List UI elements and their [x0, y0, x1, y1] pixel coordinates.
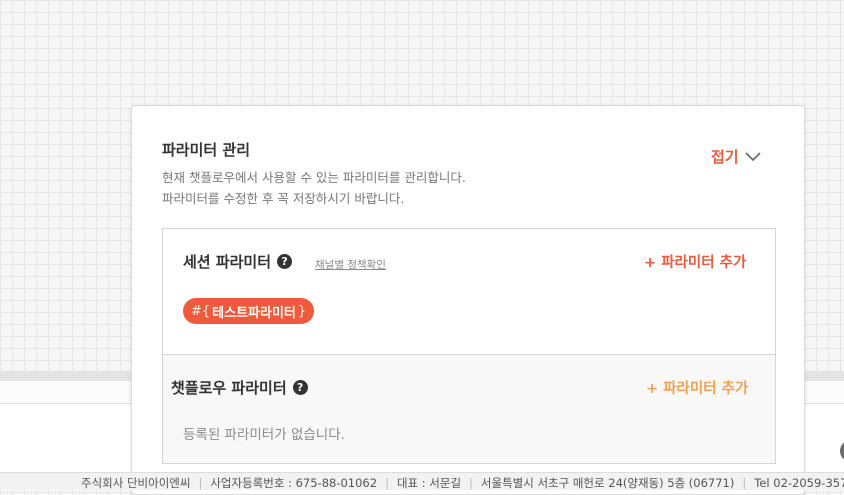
- empty-parameter-message: 등록된 파라미터가 없습니다.: [183, 427, 345, 443]
- panel-description-line1: 현재 챗플로우에서 사용할 수 있는 파라미터를 관리합니다.: [162, 170, 466, 185]
- collapse-label: 접기: [711, 148, 739, 166]
- panel-description-line2: 파라미터를 수정한 후 꼭 저장하시기 바랍니다.: [162, 191, 405, 206]
- chevron-down-icon: [745, 151, 761, 161]
- add-chatflow-parameter-button[interactable]: + 파라미터 추가: [646, 377, 748, 398]
- session-parameter-section: 세션 파라미터 ? 채널별 정책확인 + 파라미터 추가 #{ 테스트파라미터 …: [162, 228, 776, 355]
- session-parameter-title: 세션 파라미터: [183, 253, 272, 271]
- footer-separator: |: [469, 476, 473, 490]
- chip-suffix: }: [297, 303, 307, 319]
- footer-separator: |: [385, 476, 389, 490]
- parameter-chip[interactable]: #{ 테스트파라미터 }: [183, 298, 315, 324]
- parameter-management-panel: 파라미터 관리 현재 챗플로우에서 사용할 수 있는 파라미터를 관리합니다. …: [131, 105, 805, 495]
- footer-business-number: 사업자등록번호 : 675-88-01062: [210, 476, 378, 490]
- footer: 주식회사 단비아이엔씨 | 사업자등록번호 : 675-88-01062 | 대…: [0, 472, 844, 490]
- chatflow-parameter-title: 챗플로우 파라미터: [171, 379, 287, 397]
- session-parameter-heading: 세션 파라미터 ?: [183, 251, 293, 272]
- footer-address: 서울특별시 서초구 매헌로 24(양재동) 5층 (06771): [480, 476, 735, 490]
- chip-prefix: #{: [191, 303, 211, 319]
- panel-title: 파라미터 관리: [162, 141, 251, 159]
- channel-policy-link[interactable]: 채널별 정책확인: [315, 257, 386, 272]
- help-icon[interactable]: ?: [277, 254, 293, 269]
- help-icon[interactable]: ?: [292, 380, 308, 395]
- add-session-parameter-button[interactable]: + 파라미터 추가: [644, 251, 746, 272]
- footer-company: 주식회사 단비아이엔씨: [81, 476, 191, 490]
- chatflow-parameter-section: 챗플로우 파라미터 ? + 파라미터 추가 등록된 파라미터가 없습니다.: [162, 354, 776, 464]
- footer-separator: |: [742, 476, 747, 490]
- footer-tel: Tel 02-2059-3572: [754, 476, 844, 490]
- chatflow-parameter-heading: 챗플로우 파라미터 ?: [171, 377, 308, 398]
- collapse-button[interactable]: 접기: [711, 146, 761, 167]
- chip-name: 테스트파라미터: [212, 305, 296, 321]
- footer-separator: |: [198, 476, 203, 490]
- footer-ceo: 대표 : 서문길: [396, 476, 462, 490]
